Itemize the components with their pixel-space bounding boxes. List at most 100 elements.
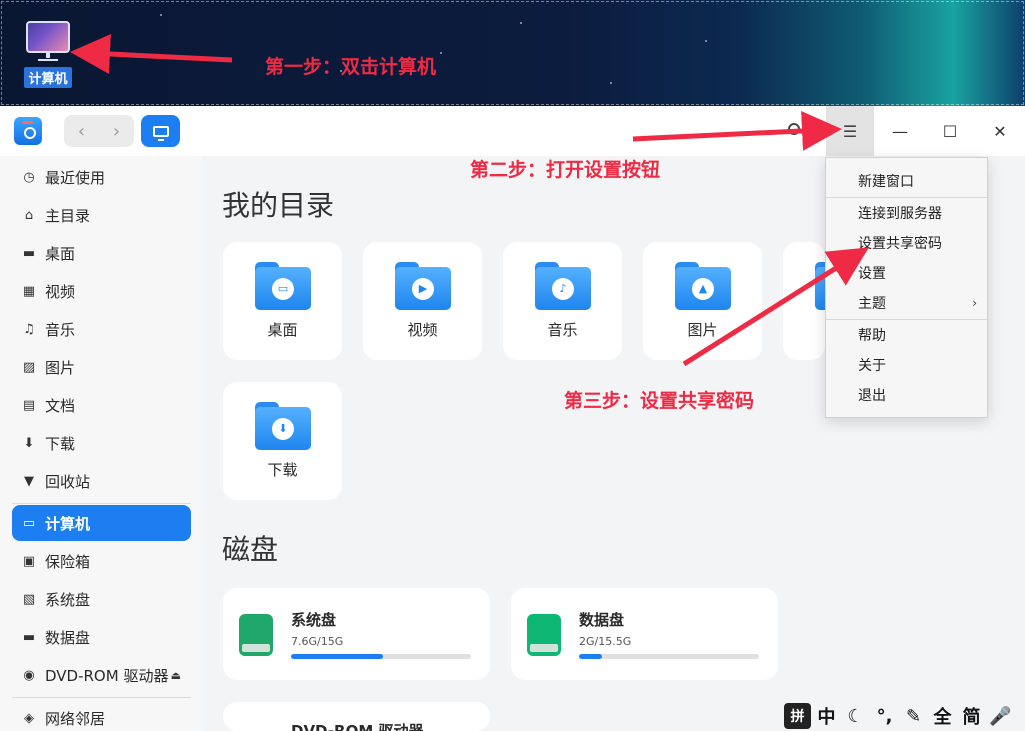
data-disk-icon bbox=[527, 614, 561, 656]
sidebar-item-label: 保险箱 bbox=[45, 552, 91, 571]
ime-pinyin-button[interactable]: 拼 bbox=[784, 703, 811, 729]
sidebar-item-home[interactable]: ⌂ 主目录 bbox=[12, 197, 191, 233]
chevron-right-icon: › bbox=[112, 120, 121, 142]
disk-card-system[interactable]: 系统盘 7.6G/15G bbox=[223, 588, 490, 680]
ime-simplified-button[interactable]: 简 bbox=[958, 703, 985, 729]
sidebar-item-dvd-rom[interactable]: ◉ DVD-ROM 驱动器 ⏏ bbox=[12, 657, 191, 693]
sidebar-item-documents[interactable]: ▤ 文档 bbox=[12, 387, 191, 423]
disk-card-data[interactable]: 数据盘 2G/15.5G bbox=[511, 588, 778, 680]
sidebar-item-music[interactable]: ♫ 音乐 bbox=[12, 311, 191, 347]
disks-title: 磁盘 bbox=[222, 533, 279, 566]
folder-icon: ▭ bbox=[255, 262, 311, 310]
input-method-toolbar: 拼 中 ☾ °, ✎ 全 简 🎤 bbox=[784, 701, 1025, 731]
menu-item-help[interactable]: 帮助 bbox=[826, 320, 987, 350]
sidebar-item-label: 数据盘 bbox=[45, 628, 91, 647]
disk-icon: ▬ bbox=[22, 629, 36, 645]
menu-item-new-window[interactable]: 新建窗口 bbox=[826, 166, 987, 196]
maximize-button[interactable]: ☐ bbox=[925, 106, 975, 156]
title-bar: ‹ › ☰ — ☐ ✕ bbox=[0, 106, 1025, 156]
music-icon: ♫ bbox=[23, 321, 35, 337]
music-note-icon: ♪ bbox=[552, 277, 574, 300]
close-button[interactable]: ✕ bbox=[975, 106, 1025, 156]
desktop-computer-label: 计算机 bbox=[24, 67, 72, 88]
star bbox=[440, 52, 442, 54]
computer-view-button[interactable] bbox=[141, 115, 180, 147]
minimize-button[interactable]: — bbox=[875, 106, 925, 156]
sidebar-item-desktop[interactable]: ▬ 桌面 bbox=[12, 235, 191, 271]
maximize-icon: ☐ bbox=[942, 121, 958, 141]
annotation-step2: 第二步：打开设置按钮 bbox=[470, 159, 661, 181]
close-icon: ✕ bbox=[993, 121, 1007, 141]
desktop-computer-shortcut[interactable]: 计算机 bbox=[20, 21, 76, 88]
sidebar-divider bbox=[12, 697, 191, 698]
moon-icon[interactable]: ☾ bbox=[842, 703, 869, 729]
dvd-icon: ◉ bbox=[23, 667, 35, 683]
star bbox=[610, 82, 612, 84]
sidebar-item-pictures[interactable]: ▨ 图片 bbox=[12, 349, 191, 385]
sidebar-item-videos[interactable]: ▦ 视频 bbox=[12, 273, 191, 309]
sidebar-item-system-disk[interactable]: ▧ 系统盘 bbox=[12, 581, 191, 617]
folder-tile-music[interactable]: ♪ 音乐 bbox=[503, 242, 622, 360]
search-button[interactable] bbox=[786, 122, 804, 140]
folder-tile-pictures[interactable]: ▲ 图片 bbox=[643, 242, 762, 360]
clock-icon: ◷ bbox=[23, 169, 35, 185]
home-icon: ⌂ bbox=[24, 207, 34, 223]
folder-tile-desktop[interactable]: ▭ 桌面 bbox=[223, 242, 342, 360]
menu-item-about[interactable]: 关于 bbox=[826, 350, 987, 380]
ime-fullwidth-button[interactable]: 全 bbox=[929, 703, 956, 729]
menu-item-label: 主题 bbox=[858, 296, 886, 312]
desktop-background: 计算机 bbox=[0, 0, 1025, 106]
image-icon: ▨ bbox=[22, 359, 36, 375]
folder-tile-videos[interactable]: ▶ 视频 bbox=[363, 242, 482, 360]
back-button[interactable]: ‹ bbox=[64, 115, 99, 147]
sidebar-item-data-disk[interactable]: ▬ 数据盘 bbox=[12, 619, 191, 655]
sidebar-item-computer[interactable]: ▭ 计算机 bbox=[12, 505, 191, 541]
file-manager-logo-icon bbox=[14, 117, 42, 145]
ime-chinese-mode-button[interactable]: 中 bbox=[813, 703, 840, 729]
sidebar-item-trash[interactable]: ▼ 回收站 bbox=[12, 463, 191, 499]
sidebar-item-downloads[interactable]: ⬇ 下载 bbox=[12, 425, 191, 461]
sidebar-item-recent[interactable]: ◷ 最近使用 bbox=[12, 159, 191, 195]
annotation-step3: 第三步：设置共享密码 bbox=[564, 390, 755, 412]
folder-label: 桌面 bbox=[267, 321, 298, 339]
folder-tile-documents-partial[interactable] bbox=[783, 242, 825, 360]
sidebar-item-label: 主目录 bbox=[45, 206, 91, 225]
menu-item-settings[interactable]: 设置 bbox=[826, 258, 987, 288]
folder-tile-downloads[interactable]: ⬇ 下载 bbox=[223, 382, 342, 500]
forward-button[interactable]: › bbox=[99, 115, 134, 147]
sidebar-item-label: 回收站 bbox=[45, 472, 91, 491]
folder-icon: ▶ bbox=[395, 262, 451, 310]
folder-label: 音乐 bbox=[547, 321, 578, 339]
sidebar-item-label: 图片 bbox=[45, 358, 76, 377]
sidebar-item-network[interactable]: ◈ 网络邻居 bbox=[12, 700, 191, 731]
sidebar-item-safe[interactable]: ▣ 保险箱 bbox=[12, 543, 191, 579]
disk-card-dvd[interactable]: DVD-ROM 驱动器 bbox=[223, 702, 490, 731]
main-menu-dropdown: 新建窗口 连接到服务器 设置共享密码 设置 主题 › 帮助 关于 退出 bbox=[825, 157, 988, 418]
folder-label: 图片 bbox=[687, 321, 718, 339]
download-badge-icon: ⬇ bbox=[272, 417, 294, 440]
punctuation-icon[interactable]: °, bbox=[871, 703, 898, 729]
pen-icon[interactable]: ✎ bbox=[900, 703, 927, 729]
menu-item-theme[interactable]: 主题 › bbox=[826, 288, 987, 318]
disk-name: 数据盘 bbox=[579, 611, 625, 629]
menu-item-exit[interactable]: 退出 bbox=[826, 380, 987, 410]
computer-icon bbox=[26, 21, 70, 58]
sidebar-item-label: 系统盘 bbox=[45, 590, 91, 609]
menu-item-connect-server[interactable]: 连接到服务器 bbox=[826, 198, 987, 228]
download-icon: ⬇ bbox=[23, 435, 35, 451]
disk-usage-fill bbox=[579, 654, 603, 659]
disk-usage-bar bbox=[579, 654, 759, 659]
safe-icon: ▣ bbox=[22, 553, 36, 569]
sidebar-divider bbox=[12, 503, 191, 504]
menu-item-set-share-password[interactable]: 设置共享密码 bbox=[826, 228, 987, 258]
disk-size: 7.6G/15G bbox=[291, 635, 344, 648]
sidebar-item-label: 网络邻居 bbox=[45, 709, 106, 728]
microphone-icon[interactable]: 🎤 bbox=[987, 703, 1014, 729]
mountain-icon: ▲ bbox=[692, 277, 714, 300]
eject-icon[interactable]: ⏏ bbox=[171, 669, 181, 682]
disk-usage-fill bbox=[291, 654, 383, 659]
disk-name: 系统盘 bbox=[291, 611, 337, 629]
system-disk-icon bbox=[239, 614, 273, 656]
main-menu-button[interactable]: ☰ bbox=[826, 106, 874, 156]
sidebar-item-label: 视频 bbox=[45, 282, 76, 301]
